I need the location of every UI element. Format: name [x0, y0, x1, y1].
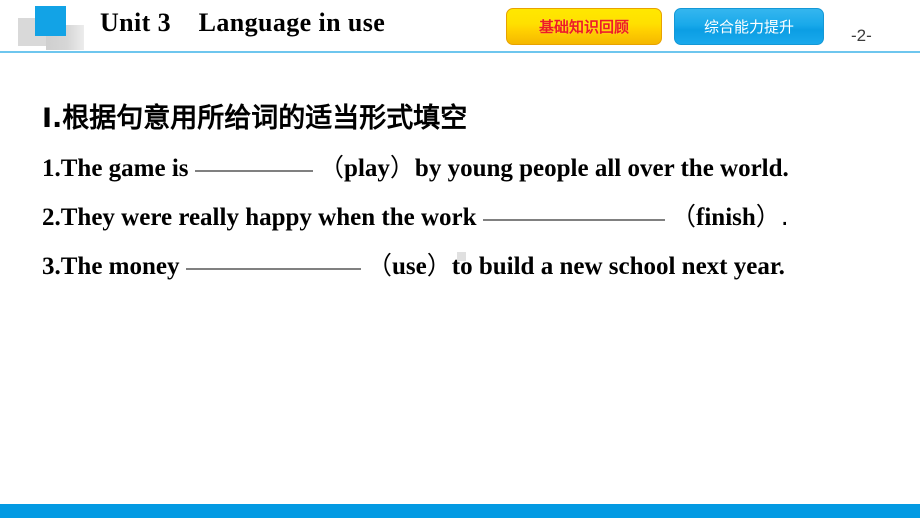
header-divider	[0, 51, 920, 53]
stray-gray-mark	[457, 252, 466, 261]
question-1-text-part2: by young people all over the world.	[414, 155, 789, 182]
question-2-hint: finish	[696, 204, 756, 231]
question-3-text-part2: to build a new school next year.	[451, 253, 785, 280]
question-2-hint-close: ）.	[755, 202, 789, 231]
question-list: 1.The game is （play）by young people all …	[42, 144, 882, 291]
question-item-3: 3.The money （use）to build a new school n…	[42, 242, 882, 291]
question-2-hint-open: （	[671, 202, 697, 231]
question-item-1: 1.The game is （play）by young people all …	[42, 144, 882, 193]
footer-bar	[0, 504, 920, 518]
question-3-number: 3.	[42, 253, 61, 280]
question-3-text-part1: The money	[60, 253, 180, 280]
question-2-blank[interactable]	[482, 199, 665, 221]
question-3-hint: use	[392, 253, 427, 280]
nav-button-basic-review-label: 基础知识回顾	[538, 18, 629, 36]
page-title: Unit 3 Language in use	[100, 8, 386, 37]
question-1-hint: play	[344, 155, 390, 182]
question-item-2: 2.They were really happy when the work （…	[42, 193, 882, 242]
question-2-text-part1: They were really happy when the work	[60, 204, 477, 231]
question-1-hint-open: （	[319, 153, 345, 182]
section-heading: Ⅰ.根据句意用所给词的适当形式填空	[42, 103, 468, 134]
question-1-number: 1.	[42, 155, 61, 182]
slide-header: Unit 3 Language in use 基础知识回顾 综合能力提升 -2-	[0, 0, 920, 53]
page-number: -2-	[851, 26, 872, 45]
nav-button-comprehensive-improve-label: 综合能力提升	[703, 18, 794, 36]
question-3-hint-close: ）	[426, 251, 452, 280]
question-1-hint-close: ）	[389, 153, 415, 182]
slide-content: Ⅰ.根据句意用所给词的适当形式填空 1.The game is （play）by…	[42, 100, 882, 291]
overlapping-squares-logo-icon	[18, 4, 94, 50]
question-1-text-part1: The game is	[60, 155, 189, 182]
slide: Unit 3 Language in use 基础知识回顾 综合能力提升 -2-…	[0, 0, 920, 518]
question-3-blank[interactable]	[185, 248, 361, 270]
question-2-number: 2.	[42, 204, 61, 231]
question-3-hint-open: （	[367, 251, 393, 280]
nav-button-basic-review[interactable]: 基础知识回顾	[506, 8, 662, 45]
nav-button-comprehensive-improve[interactable]: 综合能力提升	[674, 8, 824, 45]
logo-square-blue	[35, 6, 66, 36]
question-1-blank[interactable]	[194, 150, 313, 172]
